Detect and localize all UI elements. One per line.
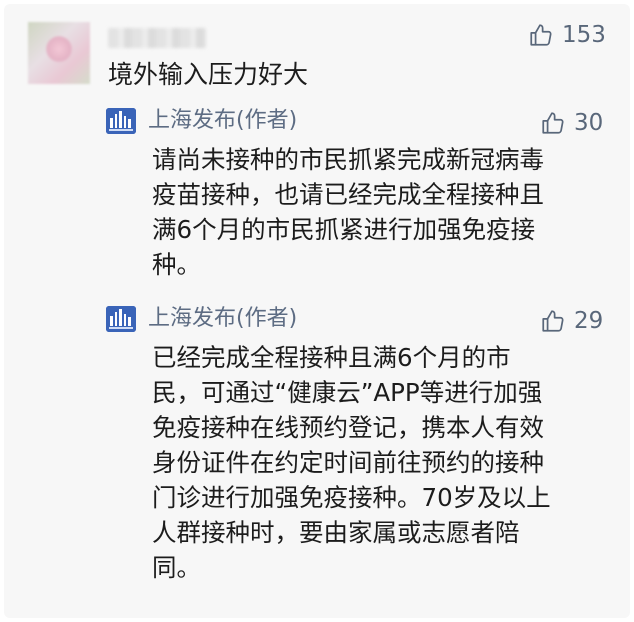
reply-text: 已经完成全程接种且满6个月的市 民，可通过“健康云”APP等进行加强 免疫接种在… bbox=[152, 340, 612, 585]
reply-line: 身份证件在约定时间前往预约的接种 bbox=[152, 448, 544, 477]
comment-like-count: 153 bbox=[562, 21, 606, 48]
reply-like-count: 30 bbox=[574, 109, 604, 136]
thumbs-up-icon bbox=[530, 24, 552, 46]
reply-line: 人群接种时，要由家属或志愿者陪 bbox=[152, 518, 520, 547]
commenter-avatar[interactable] bbox=[28, 22, 90, 84]
comments-panel: 153 境外输入压力好大 上海发布(作者) 30 请尚未接种的市民抓紧完成新冠病… bbox=[4, 4, 630, 618]
reply-author-name[interactable]: 上海发布(作者) bbox=[148, 108, 297, 134]
shanghai-skyline-logo bbox=[106, 108, 136, 134]
reply-line: 种。 bbox=[152, 250, 201, 279]
reply-line: 免疫接种在线预约登记，携本人有效 bbox=[152, 413, 544, 442]
reply-line: 已经完成全程接种且满6个月的市 bbox=[152, 343, 511, 372]
reply-like-button[interactable]: 29 bbox=[540, 308, 603, 334]
reply-like-count: 29 bbox=[574, 307, 604, 334]
comment-like-button[interactable]: 153 bbox=[528, 22, 606, 48]
thumbs-up-icon bbox=[542, 112, 564, 134]
reply-like-button[interactable]: 30 bbox=[540, 110, 603, 136]
commenter-name-redacted bbox=[108, 28, 206, 48]
reply-line: 民，可通过“健康云”APP等进行加强 bbox=[152, 378, 543, 407]
reply-line: 门诊进行加强免疫接种。70岁及以上 bbox=[152, 483, 551, 512]
reply-text: 请尚未接种的市民抓紧完成新冠病毒 疫苗接种，也请已经完成全程接种且 满6个月的市… bbox=[152, 142, 612, 282]
reply-line: 请尚未接种的市民抓紧完成新冠病毒 bbox=[152, 145, 544, 174]
thumbs-up-icon bbox=[542, 310, 564, 332]
shanghai-skyline-logo bbox=[106, 306, 136, 332]
reply-line: 同。 bbox=[152, 553, 201, 582]
author-avatar[interactable] bbox=[106, 306, 136, 332]
reply-author-name[interactable]: 上海发布(作者) bbox=[148, 306, 297, 332]
reply-line: 满6个月的市民抓紧进行加强免疫接 bbox=[152, 215, 536, 244]
author-avatar[interactable] bbox=[106, 108, 136, 134]
comment-text: 境外输入压力好大 bbox=[108, 60, 309, 89]
reply-line: 疫苗接种，也请已经完成全程接种且 bbox=[152, 180, 544, 209]
